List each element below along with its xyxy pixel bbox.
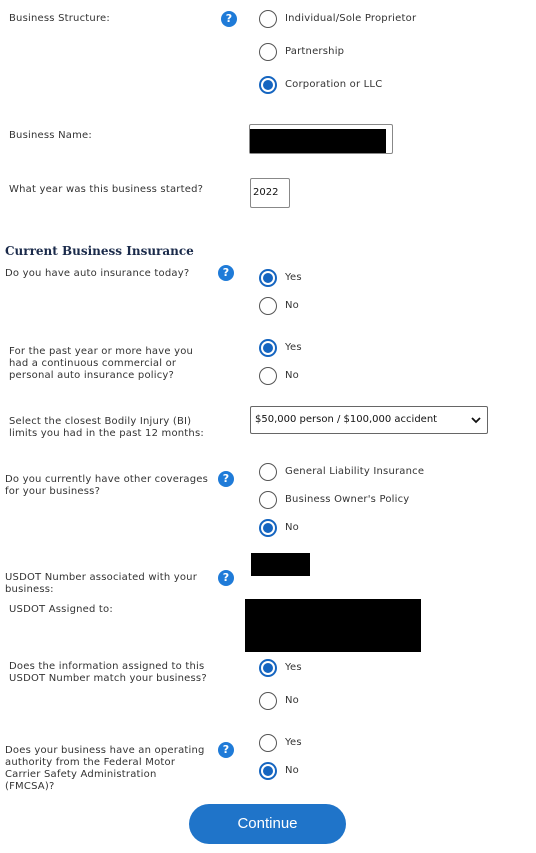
business-structure-label: Business Structure:	[9, 13, 110, 24]
radio-continuous-yes-label: Yes	[285, 342, 302, 353]
radio-general-liability[interactable]	[259, 463, 277, 481]
radio-coverages-no-label: No	[285, 522, 299, 533]
radio-auto-yes[interactable]	[259, 269, 277, 287]
radio-authority-no[interactable]	[259, 762, 277, 780]
radio-business-owners-policy[interactable]	[259, 491, 277, 509]
section-title: Current Business Insurance	[5, 244, 194, 258]
bi-limits-select[interactable]: $50,000 person / $100,000 accident	[250, 406, 488, 434]
radio-continuous-no-label: No	[285, 370, 299, 381]
radio-corporation-llc[interactable]	[259, 76, 277, 94]
radio-continuous-yes[interactable]	[259, 339, 277, 357]
radio-business-owners-policy-label: Business Owner's Policy	[285, 494, 410, 505]
bi-limits-selected-value: $50,000 person / $100,000 accident	[255, 414, 438, 425]
radio-auto-no[interactable]	[259, 297, 277, 315]
usdot-number-label: USDOT Number associated with your busine…	[5, 572, 198, 595]
radio-auto-yes-label: Yes	[285, 272, 302, 283]
usdot-assigned-redacted	[245, 599, 421, 652]
business-name-label: Business Name:	[9, 130, 92, 141]
radio-coverages-no[interactable]	[259, 519, 277, 537]
help-icon[interactable]: ?	[221, 11, 237, 27]
redacted-block	[250, 129, 386, 153]
radio-authority-yes-label: Yes	[285, 737, 302, 748]
year-started-input[interactable]: 2022	[250, 178, 290, 208]
radio-authority-no-label: No	[285, 765, 299, 776]
radio-corporation-llc-label: Corporation or LLC	[285, 79, 383, 90]
radio-individual-label: Individual/Sole Proprietor	[285, 13, 417, 24]
business-name-input[interactable]	[249, 124, 393, 154]
chevron-down-icon	[471, 417, 481, 424]
radio-match-no[interactable]	[259, 692, 277, 710]
operating-authority-label: Does your business have an operating aut…	[5, 745, 205, 792]
radio-continuous-no[interactable]	[259, 367, 277, 385]
radio-auto-no-label: No	[285, 300, 299, 311]
radio-authority-yes[interactable]	[259, 734, 277, 752]
year-started-label: What year was this business started?	[9, 184, 204, 195]
help-icon[interactable]: ?	[218, 265, 234, 281]
radio-match-yes[interactable]	[259, 659, 277, 677]
usdot-assigned-label: USDOT Assigned to:	[9, 604, 113, 615]
radio-partnership-label: Partnership	[285, 46, 345, 57]
radio-match-yes-label: Yes	[285, 662, 302, 673]
bi-limits-label: Select the closest Bodily Injury (BI) li…	[9, 416, 204, 439]
radio-individual[interactable]	[259, 10, 277, 28]
continue-button[interactable]: Continue	[189, 804, 346, 844]
auto-insurance-label: Do you have auto insurance today?	[5, 268, 190, 279]
continuous-policy-label: For the past year or more have you had a…	[9, 346, 194, 381]
radio-match-no-label: No	[285, 695, 299, 706]
other-coverages-label: Do you currently have other coverages fo…	[5, 474, 209, 497]
usdot-match-label: Does the information assigned to this US…	[9, 661, 207, 684]
usdot-number-redacted	[251, 553, 310, 576]
radio-general-liability-label: General Liability Insurance	[285, 466, 425, 477]
help-icon[interactable]: ?	[218, 570, 234, 586]
help-icon[interactable]: ?	[218, 742, 234, 758]
help-icon[interactable]: ?	[218, 471, 234, 487]
radio-partnership[interactable]	[259, 43, 277, 61]
